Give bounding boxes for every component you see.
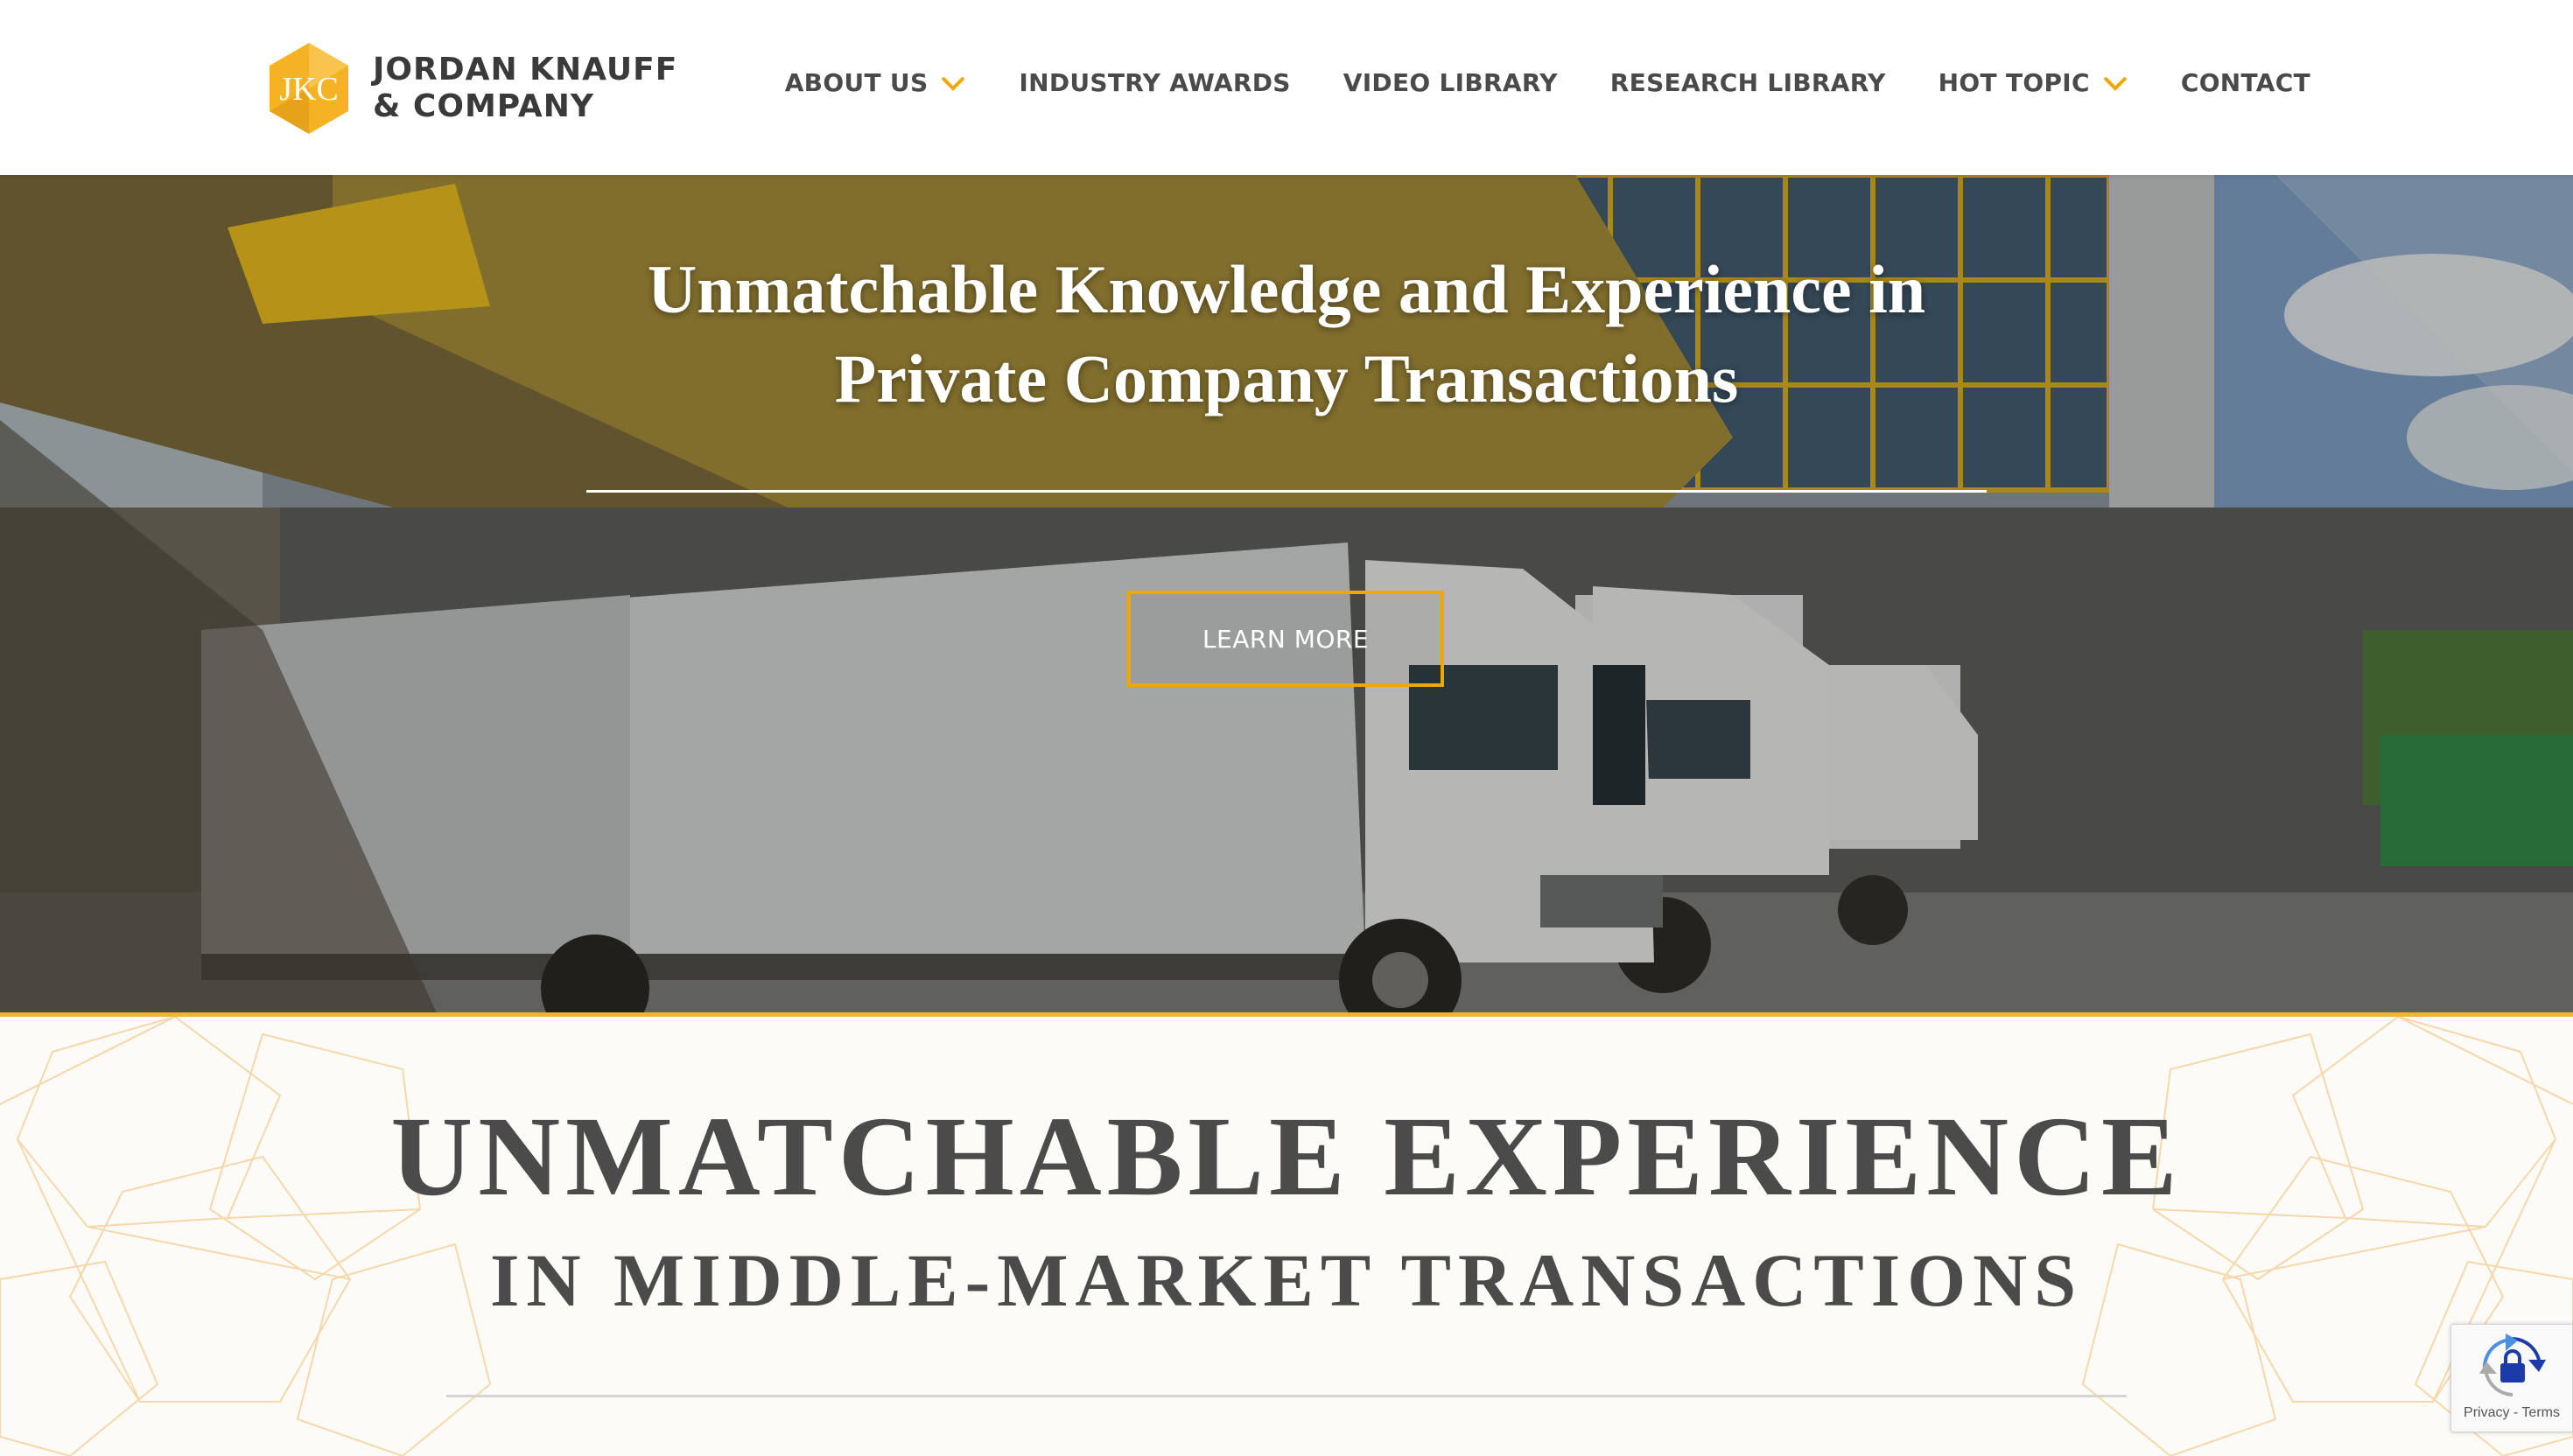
section-subtitle: IN MIDDLE-MARKET TRANSACTIONS (489, 1238, 2084, 1322)
hero-banner: Unmatchable Knowledge and Experience in … (0, 175, 2573, 1015)
nav-about-us[interactable]: ABOUT US (785, 68, 967, 97)
chevron-down-icon[interactable] (2102, 74, 2128, 92)
hero-divider (586, 490, 1987, 493)
hero-title: Unmatchable Knowledge and Experience in … (0, 245, 2573, 424)
jkc-hexagon-logo-icon: JKC (261, 40, 357, 136)
nav-contact[interactable]: CONTACT (2181, 68, 2310, 97)
svg-text:JKC: JKC (279, 71, 339, 108)
site-header: JKC JORDAN KNAUFF & COMPANY ABOUT US IND… (0, 0, 2573, 175)
nav-industry-awards[interactable]: INDUSTRY AWARDS (1019, 68, 1290, 97)
section-divider (446, 1395, 2127, 1397)
hero-title-line-1: Unmatchable Knowledge and Experience in (647, 251, 1926, 327)
learn-more-button[interactable]: LEARN MORE (1127, 591, 1444, 687)
nav-hot-topic[interactable]: HOT TOPIC (1939, 68, 2128, 97)
nav-video-library[interactable]: VIDEO LIBRARY (1343, 68, 1558, 97)
hero-title-line-2: Private Company Transactions (834, 340, 1739, 416)
recaptcha-badge[interactable]: Privacy - Terms (2450, 1324, 2573, 1432)
nav-about-us-label: ABOUT US (784, 68, 929, 97)
logo-line-2: & COMPANY (373, 88, 594, 124)
experience-section: UNMATCHABLE EXPERIENCE IN MIDDLE-MARKET … (0, 1017, 2573, 1456)
recaptcha-links[interactable]: Privacy - Terms (2451, 1405, 2572, 1421)
nav-contact-label: CONTACT (2180, 68, 2310, 97)
recaptcha-icon (2479, 1334, 2546, 1400)
logo-wordmark: JORDAN KNAUFF & COMPANY (373, 54, 677, 122)
section-title: UNMATCHABLE EXPERIENCE (390, 1094, 2183, 1220)
logo-line-1: JORDAN KNAUFF (373, 52, 678, 88)
nav-video-library-label: VIDEO LIBRARY (1343, 68, 1558, 97)
main-nav: ABOUT US INDUSTRY AWARDS VIDEO LIBRARY R… (785, 68, 2310, 97)
geometric-pattern-background (0, 1017, 2573, 1456)
chevron-down-icon[interactable] (940, 74, 966, 92)
hero-bottom-border (0, 1012, 2573, 1017)
nav-hot-topic-label: HOT TOPIC (1938, 68, 2090, 97)
nav-research-library-label: RESEARCH LIBRARY (1609, 68, 1886, 97)
nav-industry-awards-label: INDUSTRY AWARDS (1019, 68, 1291, 97)
nav-research-library[interactable]: RESEARCH LIBRARY (1610, 68, 1886, 97)
site-logo[interactable]: JKC JORDAN KNAUFF & COMPANY (261, 40, 677, 136)
